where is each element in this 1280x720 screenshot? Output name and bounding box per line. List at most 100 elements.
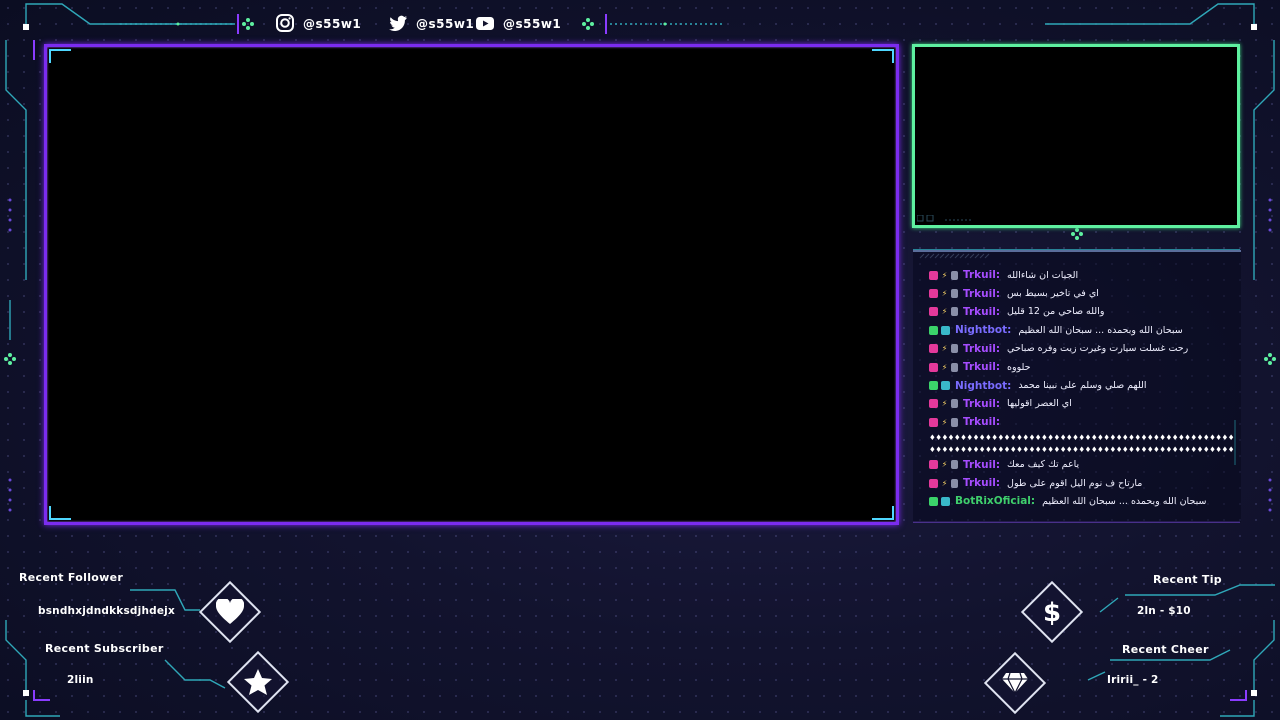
social-twitter: @s55w1 (388, 12, 474, 36)
chat-username: Trkuil: (963, 269, 1001, 282)
gem-icon (999, 667, 1031, 699)
sub-badge-icon (951, 399, 958, 409)
youtube-handle: @s55w1 (503, 17, 562, 31)
chat-message: ⚡ Trkuil: الجيات ان شاءالله (929, 266, 1234, 284)
chat-message: ⚡ Trkuil: (929, 413, 1234, 431)
chat-username: Trkuil: (963, 342, 1001, 355)
sub-badge-icon (951, 289, 958, 299)
heart-badge-icon (929, 362, 938, 372)
bot-badge-icon (941, 325, 950, 335)
bolt-badge-icon: ⚡ (941, 362, 948, 372)
bolt-badge-icon: ⚡ (941, 307, 948, 317)
chat-text: سبحان الله وبحمده ... سبحان الله العظيم (1018, 324, 1183, 336)
chat-username: Trkuil: (963, 458, 1001, 471)
bolt-badge-icon: ⚡ (941, 289, 948, 299)
frame-corner-top-left (49, 49, 71, 63)
chat-text: ياعم تك كيف معك (1007, 459, 1080, 471)
recent-follower-label: Recent Follower (19, 571, 124, 584)
twitter-handle: @s55w1 (416, 17, 475, 31)
verified-badge-icon (929, 325, 938, 335)
svg-text:$: $ (1043, 598, 1061, 627)
recent-cheer-value: Iririi_ - 2 (1107, 674, 1159, 686)
bolt-badge-icon: ⚡ (941, 417, 948, 427)
sub-badge-icon (951, 344, 958, 354)
dollar-icon: $ (1036, 596, 1068, 628)
social-youtube: @s55w1 (475, 12, 561, 36)
chat-text: رحت غسلت سيارت وغيرت زيت وفره صباحي (1007, 343, 1189, 355)
recent-tip-label: Recent Tip (1153, 573, 1222, 586)
sub-badge-icon (951, 478, 958, 488)
chat-message: BotRixOficial: سبحان الله وبحمده ... سبحا… (929, 492, 1234, 510)
heart-badge-icon (929, 344, 938, 354)
sub-badge-icon (951, 362, 958, 372)
chat-message: ⚡ Trkuil: ياعم تك كيف معك (929, 456, 1234, 474)
chat-message: Nightbot: اللهم صلي وسلم على نبينا محمد (929, 376, 1234, 394)
chat-text: والله صاحي من 12 قليل (1007, 306, 1105, 318)
heart-badge-icon (929, 460, 938, 470)
recent-subscriber-value: 2liin (67, 674, 94, 686)
verified-badge-icon (929, 496, 938, 506)
sub-badge-icon (951, 417, 958, 427)
sub-badge-icon (951, 307, 958, 317)
youtube-icon (475, 13, 495, 36)
chat-message: ⚡ Trkuil: حلووه (929, 358, 1234, 376)
bolt-badge-icon: ⚡ (941, 478, 948, 488)
game-capture-frame (44, 44, 899, 525)
chat-text: سبحان الله وبحمده ... سبحان الله العظيم (1042, 495, 1207, 507)
chat-text: اللهم صلي وسلم على نبينا محمد (1018, 380, 1147, 392)
chat-username: Trkuil: (963, 397, 1001, 410)
chat-text: مارتاح ف نوم اليل اقوم على طول (1007, 477, 1143, 489)
chat-username: Nightbot: (955, 379, 1012, 392)
chat-message: Nightbot: سبحان الله وبحمده ... سبحان الل… (929, 321, 1234, 339)
sub-badge-icon (951, 270, 958, 280)
chat-message: ⚡ Trkuil: والله صاحي من 12 قليل (929, 303, 1234, 321)
chat-panel: ⚡ Trkuil: الجيات ان شاءالله ⚡ Trkuil: اي في ت… (913, 250, 1241, 522)
bolt-badge-icon: ⚡ (941, 460, 948, 470)
chat-username: Trkuil: (963, 361, 1001, 374)
heart-badge-icon (929, 307, 938, 317)
chat-username: BotRixOficial: (955, 495, 1036, 508)
heart-icon (214, 596, 246, 628)
instagram-handle: @s55w1 (303, 17, 362, 31)
chat-text: اي العصر اقوليها (1007, 398, 1072, 410)
sub-badge-icon (951, 460, 958, 470)
chat-message: ⚡ Trkuil: رحت غسلت سيارت وغيرت زيت وفره صب… (929, 340, 1234, 358)
heart-badge-icon (929, 289, 938, 299)
cam-frame-decoration (917, 215, 972, 222)
bolt-badge-icon: ⚡ (941, 344, 948, 354)
heart-badge-icon (929, 417, 938, 427)
chat-username: Trkuil: (963, 477, 1001, 490)
verified-badge-icon (929, 381, 938, 391)
chat-username: Nightbot: (955, 324, 1012, 337)
bot-badge-icon (941, 381, 950, 391)
chat-message: ⚡ Trkuil: اي في تاخير بسيط بس (929, 284, 1234, 302)
bolt-badge-icon: ⚡ (941, 399, 948, 409)
recent-tip-value: 2ln - $10 (1137, 605, 1191, 617)
bot-badge-icon (941, 496, 950, 506)
chat-message: ⚡ Trkuil: مارتاح ف نوم اليل اقوم على طول (929, 474, 1234, 492)
chat-username: Trkuil: (963, 416, 1001, 429)
chat-username: Trkuil: (963, 305, 1001, 318)
recent-follower-value: bsndhxjdndkksdjhdejx (38, 605, 175, 617)
webcam-frame (912, 44, 1240, 228)
chat-message: ⚡ Trkuil: اي العصر اقوليها (929, 395, 1234, 413)
chat-text-continuation: ♦♦♦♦♦♦♦♦♦♦♦♦♦♦♦♦♦♦♦♦♦♦♦♦♦♦♦♦♦♦♦♦♦♦♦♦♦♦♦♦… (929, 432, 1234, 442)
heart-badge-icon (929, 270, 938, 280)
chat-text: اي في تاخير بسيط بس (1007, 288, 1099, 300)
heart-badge-icon (929, 399, 938, 409)
star-icon (242, 666, 274, 698)
chat-text-continuation: ♦♦♦♦♦♦♦♦♦♦♦♦♦♦♦♦♦♦♦♦♦♦♦♦♦♦♦♦♦♦♦♦♦♦♦♦♦♦♦♦… (929, 444, 1234, 454)
chat-text: حلووه (1007, 361, 1031, 373)
recent-subscriber-label: Recent Subscriber (45, 642, 164, 655)
social-instagram: @s55w1 (275, 12, 361, 36)
heart-badge-icon (929, 478, 938, 488)
chat-message-list: ⚡ Trkuil: الجيات ان شاءالله ⚡ Trkuil: اي في ت… (929, 266, 1234, 511)
bolt-badge-icon: ⚡ (941, 270, 948, 280)
frame-corner-bottom-left (49, 506, 71, 520)
chat-text: الجيات ان شاءالله (1007, 269, 1079, 281)
twitter-icon (388, 13, 408, 36)
frame-corner-bottom-right (872, 506, 894, 520)
frame-corner-top-right (872, 49, 894, 63)
chat-username: Trkuil: (963, 287, 1001, 300)
recent-cheer-label: Recent Cheer (1122, 643, 1209, 656)
